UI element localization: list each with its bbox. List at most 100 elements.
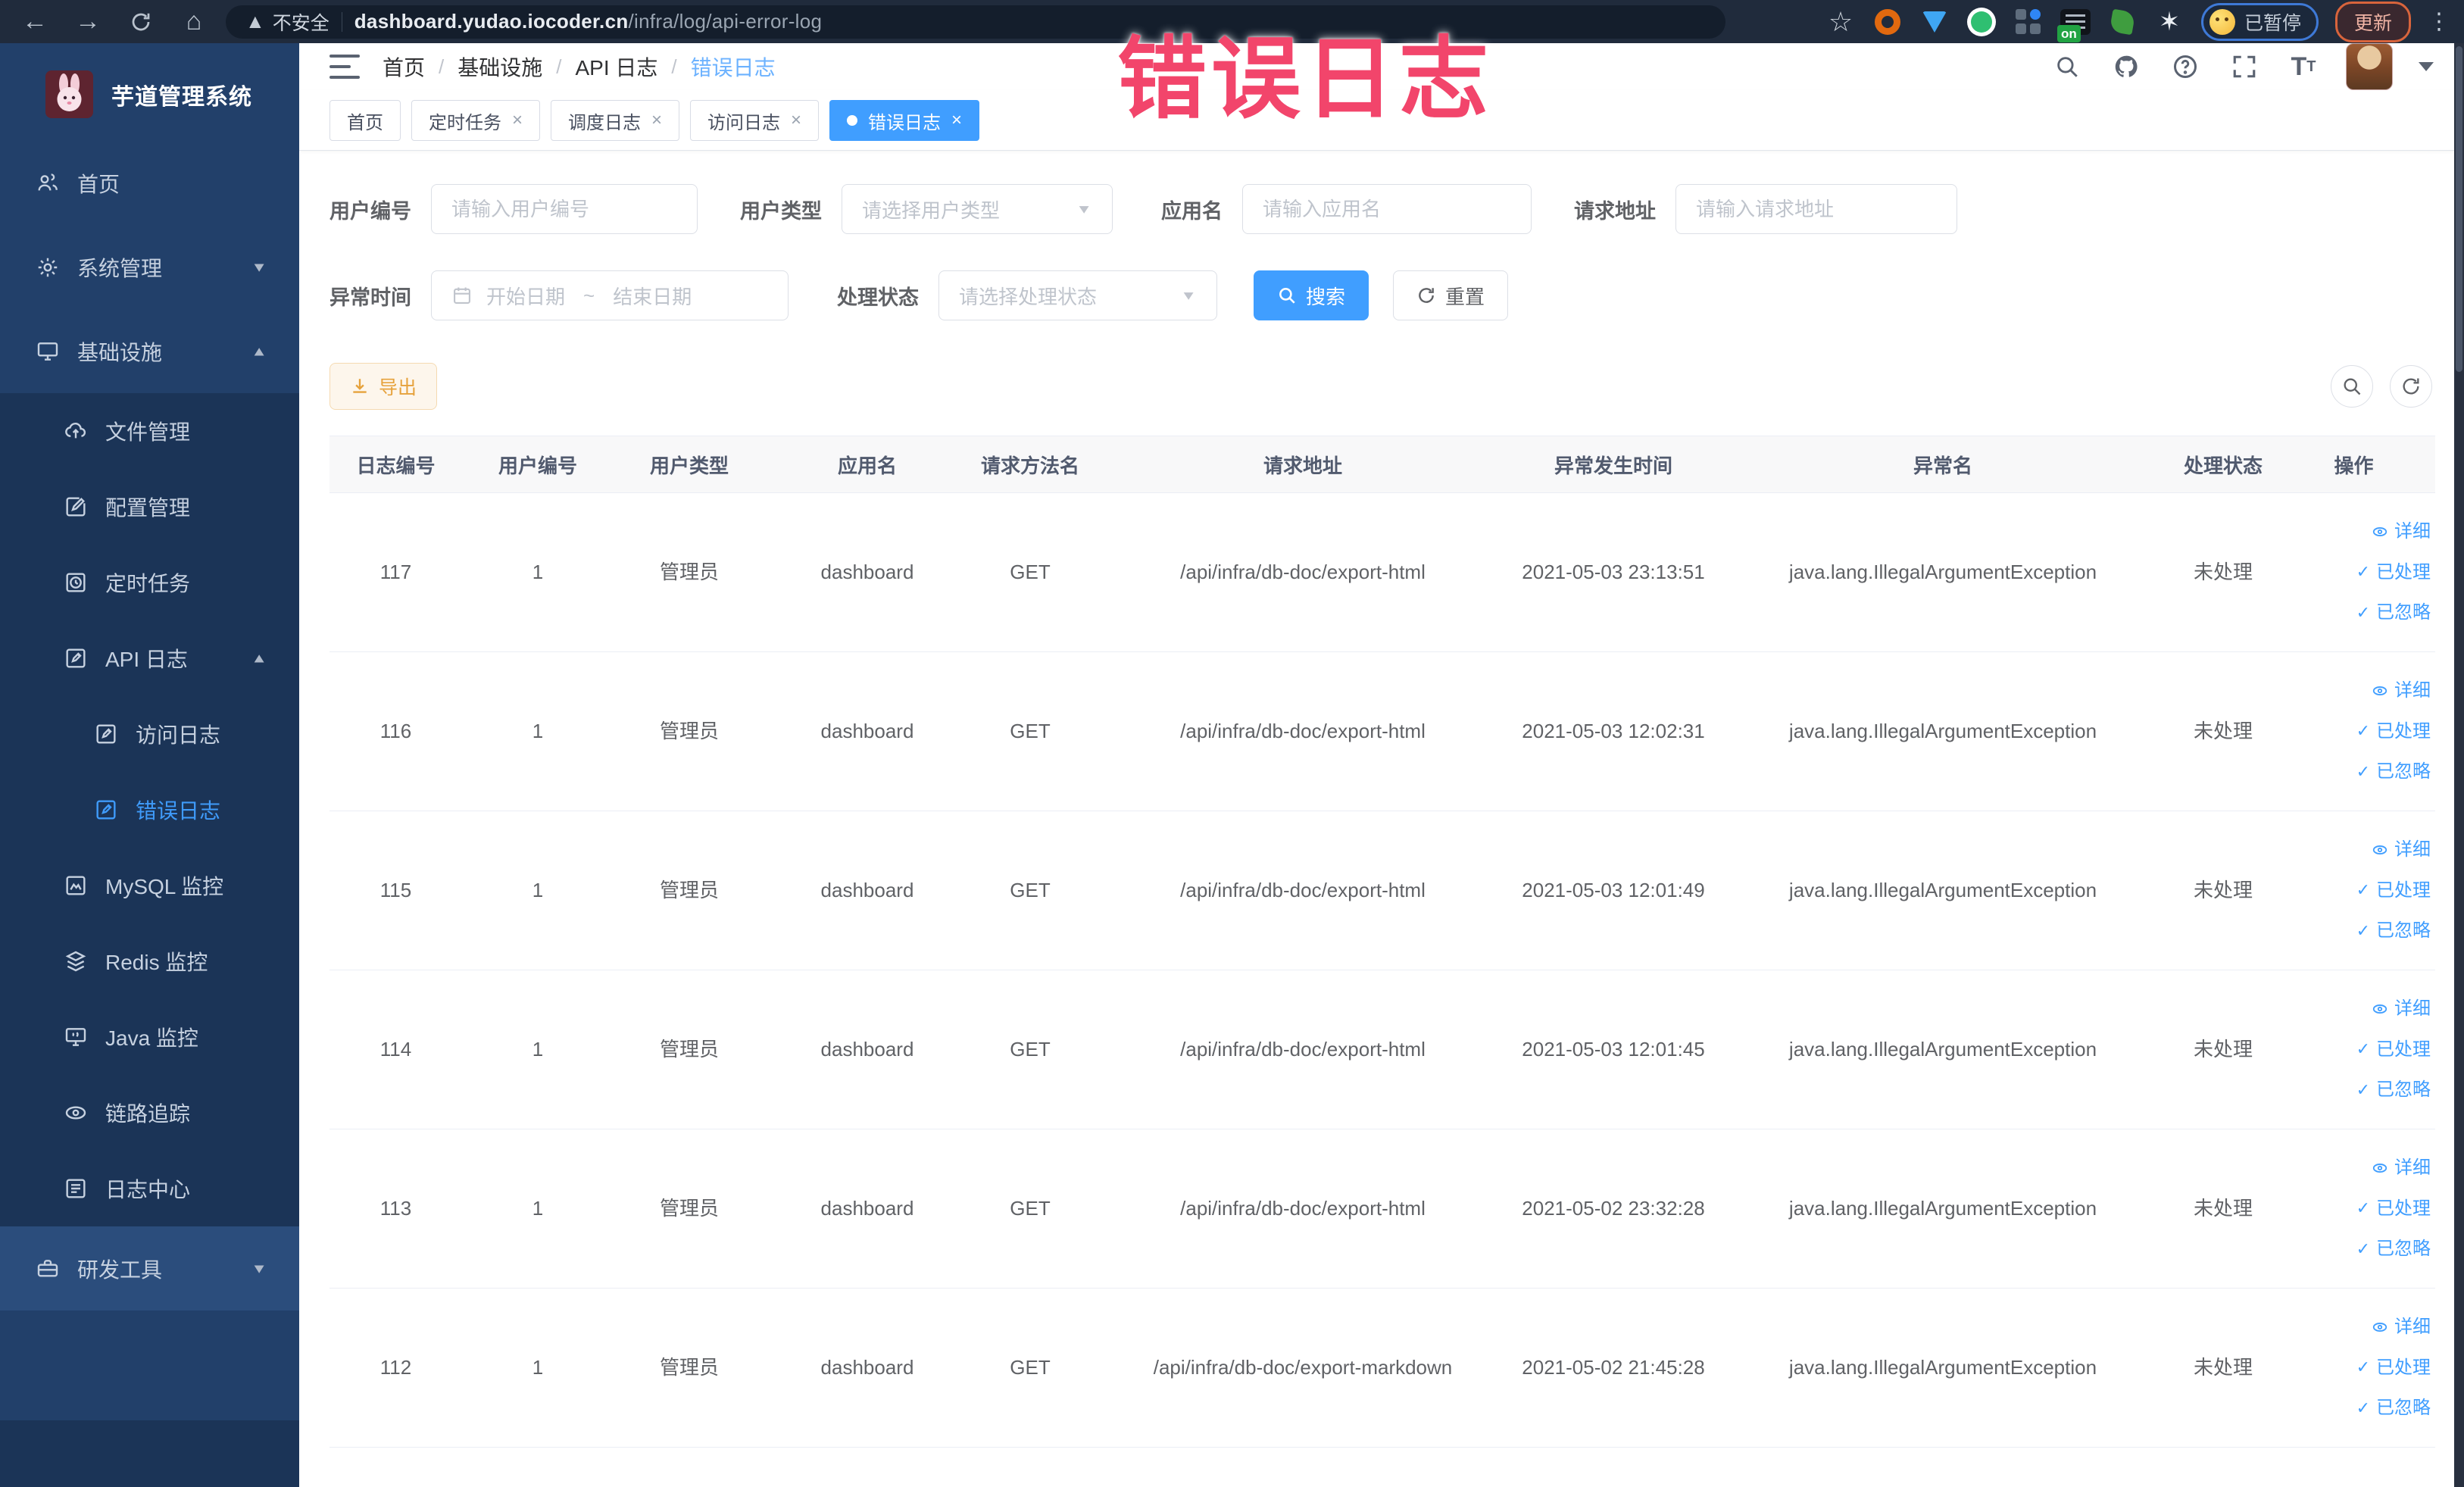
mark-ignored-link[interactable]: ✓ 已忽略 (2356, 759, 2431, 785)
browser-back-button[interactable]: ← (14, 5, 56, 39)
mark-processed-link[interactable]: ✓ 已处理 (2356, 1355, 2431, 1381)
extensions-puzzle-icon[interactable]: ✶ (2154, 7, 2184, 37)
detail-link[interactable]: 详细 (2372, 1314, 2431, 1340)
refresh-table-button[interactable] (2390, 365, 2432, 408)
cell-log-id: 113 (379, 1197, 412, 1220)
date-range-picker[interactable]: 开始日期 ~ 结束日期 (431, 270, 789, 320)
process-status-select[interactable]: 请选择处理状态 ▼ (938, 270, 1217, 320)
close-icon[interactable]: × (512, 110, 523, 131)
window-scrollbar[interactable] (2454, 43, 2464, 1487)
tab-access-log[interactable]: 访问日志 × (690, 100, 820, 141)
sidebar-item-label: 配置管理 (105, 496, 191, 520)
hide-search-button[interactable] (2331, 365, 2373, 408)
cell-app: dashboard (820, 1356, 914, 1379)
extension-grid-icon[interactable] (2013, 7, 2044, 37)
user-menu-caret-icon[interactable] (2419, 62, 2434, 71)
sidebar-item-file-manage[interactable]: 文件管理 (0, 393, 299, 469)
eye-icon (2372, 526, 2387, 536)
search-button[interactable]: 搜索 (1254, 270, 1369, 320)
tab-home[interactable]: 首页 (329, 100, 401, 141)
tab-job-log[interactable]: 调度日志 × (551, 100, 680, 141)
sidebar-item-java[interactable]: Java 监控 (0, 999, 299, 1075)
sidebar-item-label: Redis 监控 (105, 951, 208, 974)
extension-switch-icon[interactable]: on (2056, 7, 2091, 42)
detail-link[interactable]: 详细 (2372, 1155, 2431, 1181)
detail-link[interactable]: 详细 (2372, 519, 2431, 545)
sidebar-item-trace[interactable]: 链路追踪 (0, 1075, 299, 1151)
mark-ignored-link[interactable]: ✓ 已忽略 (2356, 918, 2431, 944)
check-icon: ✓ (2356, 880, 2370, 900)
help-icon[interactable] (2169, 50, 2202, 83)
profile-paused-pill[interactable]: 已暂停 (2200, 2, 2319, 41)
app-logo-row[interactable]: 芋道管理系统 (0, 43, 299, 141)
mark-processed-link[interactable]: ✓ 已处理 (2356, 719, 2431, 745)
mark-ignored-link[interactable]: ✓ 已忽略 (2356, 1395, 2431, 1421)
extension-blue-drop-icon[interactable] (1919, 7, 1950, 37)
sidebar-item-home[interactable]: 首页 (0, 141, 299, 225)
search-icon[interactable] (2050, 50, 2084, 83)
export-button[interactable]: 导出 (329, 363, 438, 410)
sidebar-item-log-center[interactable]: 日志中心 (0, 1151, 299, 1226)
cell-url: /api/infra/db-doc/export-html (1180, 720, 1426, 743)
app-name-input-wrap (1242, 184, 1532, 234)
breadcrumb-item[interactable]: API 日志 (576, 52, 658, 82)
sidebar-item-error-log[interactable]: 错误日志 (0, 772, 299, 848)
detail-link[interactable]: 详细 (2372, 678, 2431, 704)
sidebar-item-dev-tools[interactable]: 研发工具 ▼ (0, 1226, 299, 1310)
sidebar-item-infra[interactable]: 基础设施 ▲ (0, 309, 299, 393)
extension-leaf-icon[interactable] (2107, 7, 2138, 37)
close-icon[interactable]: × (951, 110, 962, 131)
table-row: 112 1 管理员 dashboard GET /api/infra/db-do… (329, 1289, 2435, 1448)
sidebar-item-system[interactable]: 系统管理 ▼ (0, 225, 299, 309)
tab-job[interactable]: 定时任务 × (411, 100, 541, 141)
close-icon[interactable]: × (651, 110, 662, 131)
user-id-input[interactable] (451, 197, 677, 221)
security-warning[interactable]: ▲ 不安全 (245, 8, 329, 36)
breadcrumb-item[interactable]: 基础设施 (458, 52, 542, 82)
app-name-label: 应用名 (1161, 199, 1223, 223)
bookmark-star-icon[interactable]: ☆ (1825, 6, 1856, 37)
tags-view-bar: 首页 定时任务 × 调度日志 × 访问日志 × 错误日志 × (299, 90, 2464, 151)
app-name-input[interactable] (1263, 197, 1511, 221)
cell-user-id: 1 (532, 1038, 544, 1061)
sidebar-item-config-manage[interactable]: 配置管理 (0, 469, 299, 545)
mark-ignored-link[interactable]: ✓ 已忽略 (2356, 1077, 2431, 1103)
browser-menu-kebab-icon[interactable]: ⋮ (2428, 8, 2450, 35)
browser-reload-button[interactable] (120, 5, 162, 39)
extension-orange-donut-icon[interactable] (1872, 7, 1903, 37)
mark-ignored-link[interactable]: ✓ 已忽略 (2356, 1236, 2431, 1262)
sidebar-item-mysql[interactable]: MySQL 监控 (0, 848, 299, 923)
chevron-down-icon: ▼ (1076, 201, 1092, 216)
close-icon[interactable]: × (791, 110, 801, 131)
mark-processed-link[interactable]: ✓ 已处理 (2356, 560, 2431, 586)
user-avatar[interactable] (2346, 43, 2393, 90)
reset-button[interactable]: 重置 (1393, 270, 1509, 320)
scrollbar-thumb[interactable] (2456, 46, 2462, 372)
browser-forward-button[interactable]: → (67, 5, 109, 39)
sidebar-item-api-log[interactable]: API 日志 ▲ (0, 620, 299, 696)
mark-processed-link[interactable]: ✓ 已处理 (2356, 1196, 2431, 1222)
mark-ignored-link[interactable]: ✓ 已忽略 (2356, 600, 2431, 626)
mark-processed-link[interactable]: ✓ 已处理 (2356, 1037, 2431, 1063)
font-size-icon[interactable]: TT (2287, 50, 2320, 83)
browser-update-button[interactable]: 更新 (2334, 1, 2411, 42)
detail-link[interactable]: 详细 (2372, 996, 2431, 1022)
sidebar-item-label: 定时任务 (105, 572, 191, 595)
cell-log-id: 115 (379, 879, 412, 902)
github-icon[interactable] (2110, 50, 2143, 83)
browser-address-bar[interactable]: ▲ 不安全 dashboard.yudao.iocoder.cn/infra/l… (226, 5, 1725, 39)
fullscreen-icon[interactable] (2228, 50, 2261, 83)
table-row: 115 1 管理员 dashboard GET /api/infra/db-do… (329, 811, 2435, 970)
sidebar-item-redis[interactable]: Redis 监控 (0, 923, 299, 999)
mark-processed-link[interactable]: ✓ 已处理 (2356, 878, 2431, 904)
breadcrumb-item[interactable]: 首页 (383, 52, 425, 82)
extension-green-circle-icon[interactable] (1966, 7, 1997, 37)
request-url-input[interactable] (1696, 197, 1937, 221)
browser-home-button[interactable]: ⌂ (173, 5, 215, 39)
sidebar-item-job[interactable]: 定时任务 (0, 545, 299, 620)
user-type-select[interactable]: 请选择用户类型 ▼ (842, 184, 1113, 234)
sidebar-item-access-log[interactable]: 访问日志 (0, 696, 299, 772)
collapse-sidebar-icon[interactable] (329, 55, 360, 79)
tab-error-log[interactable]: 错误日志 × (829, 100, 980, 141)
detail-link[interactable]: 详细 (2372, 837, 2431, 863)
